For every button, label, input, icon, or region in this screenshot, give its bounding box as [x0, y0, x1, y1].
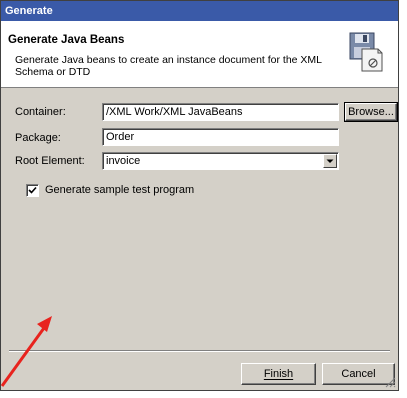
- floppy-disk-document-icon: [349, 32, 383, 72]
- finish-button-label: Finish: [263, 368, 294, 380]
- container-label: Container:: [15, 106, 66, 118]
- package-field[interactable]: Order: [102, 128, 339, 146]
- checkmark-icon: [28, 186, 37, 194]
- red-arrow-icon: [0, 316, 52, 387]
- generate-test-program-checkbox[interactable]: [26, 184, 39, 197]
- finish-button[interactable]: Finish: [241, 363, 316, 385]
- banner-title: Generate Java Beans: [8, 34, 125, 46]
- wizard-banner: Generate Java Beans Generate Java beans …: [1, 21, 398, 88]
- browse-button[interactable]: Browse...: [344, 102, 398, 122]
- window-title: Generate: [1, 1, 398, 21]
- chevron-down-icon[interactable]: [323, 154, 337, 168]
- generate-test-program-label: Generate sample test program: [45, 184, 195, 196]
- root-element-value: invoice: [106, 155, 141, 167]
- resize-grip-icon[interactable]: [384, 376, 396, 388]
- container-field[interactable]: /XML Work/XML JavaBeans: [102, 103, 339, 121]
- banner-description: Generate Java beans to create an instanc…: [15, 54, 322, 78]
- root-element-label: Root Element:: [15, 155, 85, 167]
- root-element-select[interactable]: invoice: [102, 152, 339, 170]
- package-label: Package:: [15, 132, 61, 144]
